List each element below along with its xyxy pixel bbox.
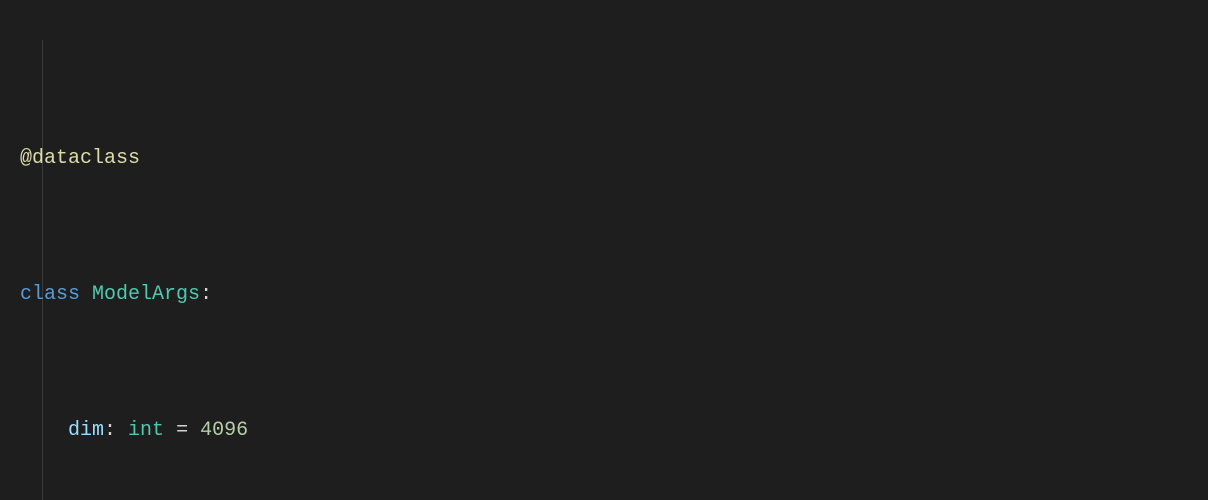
class-name: ModelArgs	[92, 283, 200, 306]
code-line[interactable]: dim: int = 4096	[20, 414, 1208, 448]
field-type: int	[128, 419, 164, 442]
code-line[interactable]: class ModelArgs:	[20, 278, 1208, 312]
code-line[interactable]: @dataclass	[20, 142, 1208, 176]
field-value: 4096	[200, 419, 248, 442]
decorator: @dataclass	[20, 147, 140, 170]
field-name: dim	[68, 419, 104, 442]
code-editor[interactable]: @dataclass class ModelArgs: dim: int = 4…	[0, 0, 1208, 500]
keyword-class: class	[20, 283, 80, 306]
